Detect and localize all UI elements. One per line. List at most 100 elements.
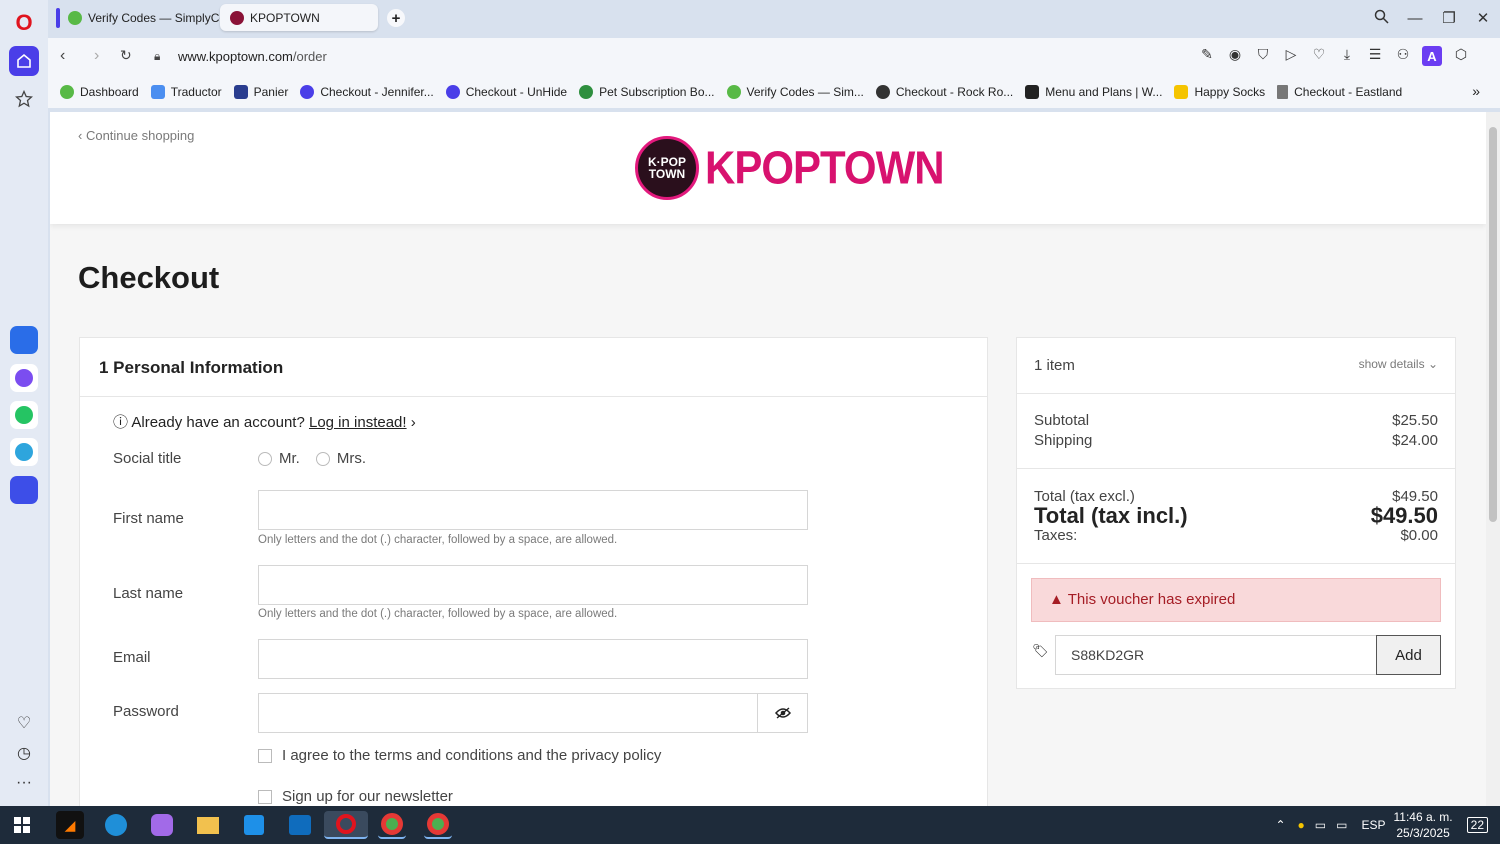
reload-icon[interactable]: ↻ [120,47,132,64]
shield-icon[interactable]: ⛉ [1254,46,1272,66]
lock-icon[interactable]: 🔒︎ [154,49,160,64]
chrome-icon[interactable] [378,811,406,839]
scrollbar-thumb[interactable] [1489,127,1497,522]
page-title: Checkout [78,260,220,295]
mrs-radio[interactable] [315,451,330,466]
outlook-icon[interactable] [286,811,314,839]
windows-taskbar: ◢ ⌃ ● ▭ ▭ ESP 11:46 a. m. 25/3/2025 22 [0,806,1500,844]
home-icon[interactable] [9,46,39,76]
page-favicon-icon [1277,85,1289,99]
system-tray: ⌃ ● ▭ ▭ ESP 11:46 a. m. 25/3/2025 22 [1275,806,1500,844]
telegram-icon[interactable] [10,438,38,466]
logo-wordmark: KPOPTOWN [705,141,945,194]
close-icon[interactable]: ✕ [1466,9,1500,27]
bookmark-checkout-eastland[interactable]: Checkout - Eastland [1277,85,1402,99]
clock[interactable]: 11:46 a. m. 25/3/2025 [1393,809,1452,841]
forward-icon[interactable]: › [94,47,99,65]
aria-app-icon[interactable] [10,326,38,354]
history-icon[interactable]: ◷ [9,738,39,768]
social-title-radios: Mr. Mrs. [258,450,366,467]
warning-tray-icon[interactable]: ● [1298,818,1305,832]
notifications-icon[interactable]: 22 [1466,817,1488,833]
personal-information-section: 1 Personal Information ⓘ Already have an… [79,337,988,806]
heart-icon[interactable]: ♡ [1310,46,1328,66]
restore-icon[interactable]: ❐ [1432,9,1466,27]
copilot-icon[interactable] [148,811,176,839]
password-field[interactable] [258,693,758,733]
more-bookmarks-icon[interactable]: » [1472,83,1480,99]
warning-icon: ▲ [1049,591,1064,608]
mr-radio[interactable] [258,451,272,466]
bookmark-happy-socks[interactable]: Happy Socks [1174,85,1265,99]
bookmark-pet-subscription[interactable]: Pet Subscription Bo... [579,85,715,99]
newsletter-checkbox[interactable] [258,789,272,804]
profile-icon[interactable]: ⚇ [1394,46,1412,66]
show-details-link[interactable]: show details ⌄ [1359,357,1438,374]
app-icon[interactable]: ◢ [56,811,84,839]
file-explorer-icon[interactable] [194,811,222,839]
add-voucher-button[interactable]: Add [1376,635,1441,675]
new-tab-plus-icon[interactable]: + [387,9,405,27]
show-password-icon[interactable] [758,693,808,733]
email-field[interactable] [258,639,808,679]
bookmark-checkout-rock[interactable]: Checkout - Rock Ro... [875,85,1013,99]
voucher-code-input[interactable]: S88KD2GR [1055,635,1377,675]
messenger-icon[interactable] [10,364,38,392]
edge-icon[interactable] [102,811,130,839]
more-icon[interactable]: ··· [9,768,39,798]
page-scrollbar[interactable] [1486,112,1500,806]
minimize-icon[interactable]: — [1398,10,1432,27]
cube-icon[interactable]: ⬡ [1452,46,1470,66]
opera-logo-icon[interactable]: O [9,8,39,38]
login-link[interactable]: Log in instead! [309,414,407,431]
store-icon[interactable] [240,811,268,839]
bookmark-checkout-jennifer[interactable]: Checkout - Jennifer... [300,85,434,99]
translate-favicon-icon [150,85,165,99]
paw-favicon-icon [579,85,594,99]
chevron-up-icon[interactable]: ⌃ [1275,818,1285,832]
menu-icon[interactable]: ☰ [1366,46,1384,66]
network-icon[interactable]: ▭ [1315,818,1326,832]
last-name-field[interactable] [258,565,808,605]
rock-favicon-icon [875,85,890,99]
play-icon[interactable]: ▷ [1282,46,1300,66]
display-icon[interactable]: ▭ [1336,818,1347,832]
aria-ai-icon[interactable]: A [1422,46,1442,66]
newsletter-checkbox-row: Sign up for our newsletter [258,788,453,805]
taxes-row: Taxes: $0.00 [1034,527,1438,544]
kpoptown-favicon-icon [230,10,244,25]
checkout-favicon-icon [445,85,460,99]
back-icon[interactable]: ‹ [60,47,65,65]
heart-icon[interactable]: ♡ [9,708,39,738]
tab-kpoptown[interactable]: KPOPTOWN [220,4,378,31]
bookmark-panier[interactable]: Panier [233,85,288,99]
edit-icon[interactable]: ✎ [1198,46,1216,66]
star-icon[interactable] [9,84,39,114]
language-indicator[interactable]: ESP [1361,818,1385,832]
help-icon: ⓘ [113,414,129,431]
panier-favicon-icon [233,85,248,99]
whatsapp-icon[interactable] [10,401,38,429]
section-title[interactable]: 1 Personal Information [80,338,987,397]
first-name-field[interactable] [258,490,808,530]
opera-taskbar-icon[interactable] [324,811,368,839]
url-field[interactable]: www.kpoptown.com/order [178,49,327,64]
bookmark-traductor[interactable]: Traductor [150,85,222,99]
player-icon[interactable] [10,476,38,504]
windows-start-icon[interactable] [8,811,36,839]
terms-checkbox[interactable] [258,748,272,763]
search-tabs-icon[interactable] [1364,9,1398,28]
verify-codes-favicon-icon [726,85,741,99]
continue-shopping-link[interactable]: ‹ Continue shopping [78,128,194,143]
tab-verify-codes[interactable]: Verify Codes — SimplyCo [58,4,220,31]
chrome-icon[interactable] [424,811,452,839]
bookmark-dashboard[interactable]: Dashboard [60,85,139,99]
address-bar-actions: ✎ ◉ ⛉ ▷ ♡ ⤓ ☰ ⚇ A ⬡ [1198,46,1470,66]
download-icon[interactable]: ⤓ [1338,46,1356,66]
bookmark-verify-codes[interactable]: Verify Codes — Sim... [726,85,864,99]
camera-icon[interactable]: ◉ [1226,46,1244,66]
order-summary: 1 item show details ⌄ Subtotal $25.50 Sh… [1016,337,1456,689]
bookmark-checkout-unhide[interactable]: Checkout - UnHide [445,85,567,99]
kpoptown-logo[interactable]: K·POP TOWN KPOPTOWN [635,136,945,200]
bookmark-menu-plans[interactable]: Menu and Plans | W... [1025,85,1162,99]
